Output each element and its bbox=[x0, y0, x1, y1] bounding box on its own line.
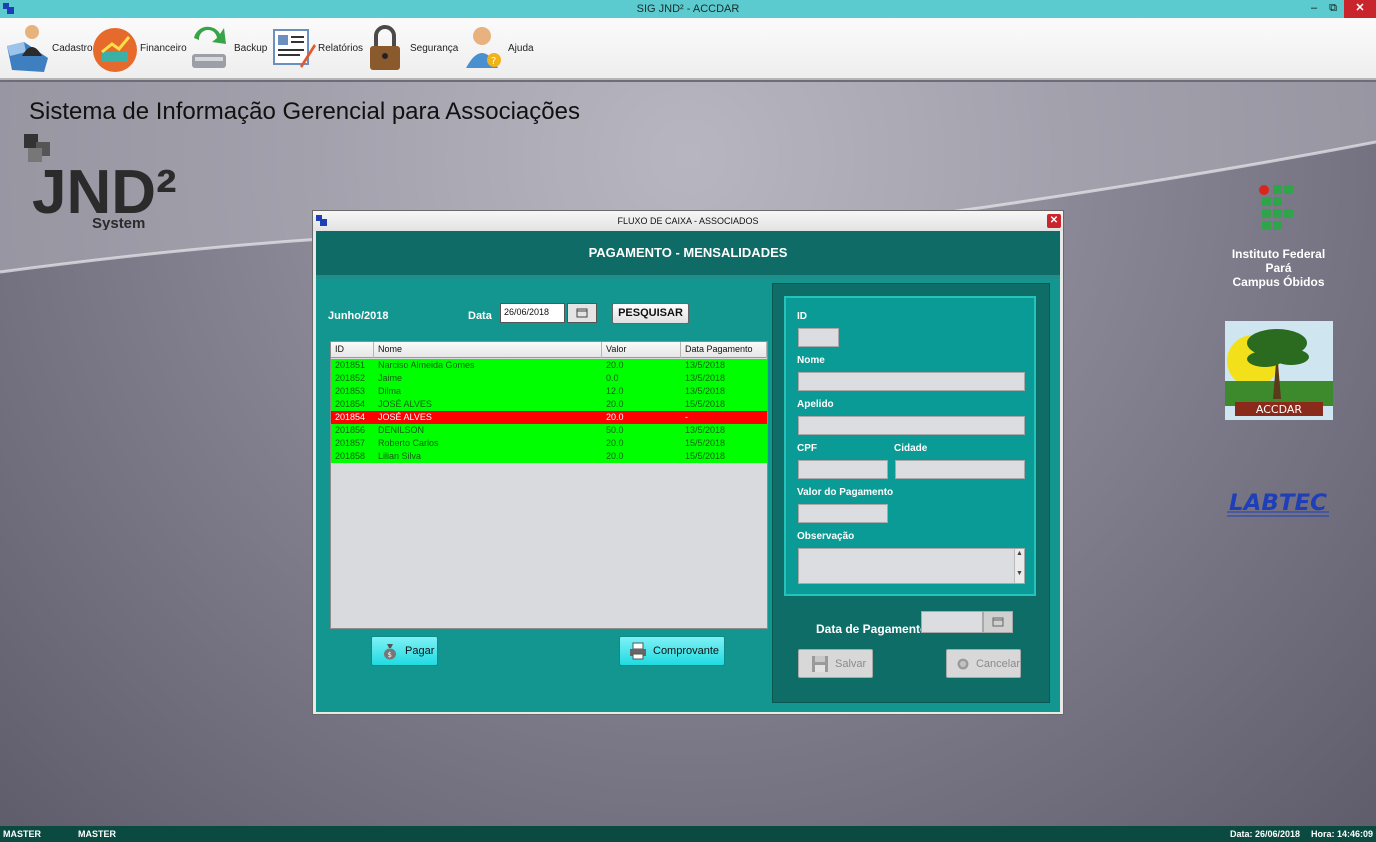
pay-button[interactable]: $ Pagar bbox=[371, 636, 438, 666]
dialog-close-button[interactable]: ✕ bbox=[1047, 214, 1061, 228]
payment-form-panel: ID Nome Apelido CPF Cidade Valor do Paga… bbox=[772, 283, 1050, 703]
cash-flow-dialog: FLUXO DE CAIXA - ASSOCIADOS ✕ PAGAMENTO … bbox=[312, 210, 1064, 715]
accdar-logo: ACCDAR bbox=[1225, 321, 1333, 420]
menu-backup-label: Backup bbox=[234, 42, 268, 54]
jnd-logo: JND² System bbox=[24, 134, 177, 230]
calendar-button[interactable] bbox=[567, 303, 597, 323]
backup-icon bbox=[192, 26, 226, 68]
data-pagamento-label: Data de Pagamento bbox=[816, 622, 928, 636]
valor-field[interactable] bbox=[798, 504, 888, 523]
user-folder-icon bbox=[7, 25, 48, 72]
receipt-button-label: Comprovante bbox=[653, 645, 720, 657]
menu-ajuda-label: Ajuda bbox=[508, 42, 534, 54]
observacao-label: Observação bbox=[797, 531, 855, 542]
status-user-secondary: MASTER bbox=[78, 829, 116, 839]
column-header-nome[interactable]: Nome bbox=[374, 342, 602, 358]
data-pagamento-calendar-button[interactable] bbox=[983, 611, 1013, 633]
apelido-label: Apelido bbox=[797, 399, 834, 410]
date-label: Data bbox=[468, 310, 492, 322]
menu-ajuda[interactable]: ? Ajuda bbox=[460, 18, 534, 78]
cpf-label: CPF bbox=[797, 443, 817, 454]
receipt-button[interactable]: Comprovante bbox=[619, 636, 725, 666]
menu-financeiro-label: Financeiro bbox=[140, 42, 187, 54]
cidade-field[interactable] bbox=[895, 460, 1025, 479]
menu-seguranca-label: Segurança bbox=[410, 42, 459, 54]
finance-chart-icon bbox=[93, 28, 137, 72]
help-user-icon: ? bbox=[466, 27, 501, 68]
window-title: SIG JND² - ACCDAR bbox=[636, 3, 740, 15]
cancel-button[interactable]: Cancelar bbox=[946, 649, 1021, 678]
menu-relatorios-label: Relatórios bbox=[318, 42, 364, 54]
menu-backup[interactable]: Backup bbox=[186, 18, 267, 78]
floppy-disk-icon bbox=[812, 655, 828, 672]
cancel-icon bbox=[957, 658, 969, 669]
window-titlebar: SIG JND² - ACCDAR – ⧉ ✕ bbox=[0, 0, 1376, 18]
table-row[interactable]: 201854 JOSÉ ALVES 20.0 15/5/2018 bbox=[331, 398, 767, 411]
member-details-box: ID Nome Apelido CPF Cidade Valor do Paga… bbox=[784, 296, 1036, 596]
apelido-field[interactable] bbox=[798, 416, 1025, 435]
svg-text:?: ? bbox=[491, 56, 496, 67]
column-header-id[interactable]: ID bbox=[331, 342, 374, 358]
system-title: Sistema de Informação Gerencial para Ass… bbox=[29, 98, 580, 125]
dialog-title: FLUXO DE CAIXA - ASSOCIADOS bbox=[617, 216, 759, 226]
menu-seguranca[interactable]: Segurança bbox=[362, 18, 458, 78]
pay-button-label: Pagar bbox=[405, 645, 435, 657]
status-date: Data: 26/06/2018 bbox=[1230, 829, 1301, 839]
menu-cadastro[interactable]: Cadastro bbox=[4, 18, 93, 78]
observacao-field[interactable]: ▲ ▼ bbox=[798, 548, 1025, 584]
table-row[interactable]: 201856 DENILSON 50.0 13/5/2018 bbox=[331, 424, 767, 437]
calendar-icon bbox=[992, 617, 1004, 627]
close-button[interactable]: ✕ bbox=[1344, 0, 1376, 18]
institution-name: Instituto Federal Pará Campus Óbidos bbox=[1231, 247, 1326, 289]
dialog-header: PAGAMENTO - MENSALIDADES bbox=[316, 231, 1060, 275]
table-row[interactable]: 201851 Narciso Almeida Gomes 20.0 13/5/2… bbox=[331, 359, 767, 372]
menu-financeiro[interactable]: Financeiro bbox=[92, 18, 187, 78]
valor-label: Valor do Pagamento bbox=[797, 487, 894, 498]
table-row[interactable]: 201852 Jaime 0.0 13/5/2018 bbox=[331, 372, 767, 385]
id-field[interactable] bbox=[798, 328, 839, 347]
svg-text:$: $ bbox=[388, 651, 392, 659]
menu-cadastro-label: Cadastro bbox=[52, 42, 93, 54]
save-button[interactable]: Salvar bbox=[798, 649, 873, 678]
nome-field[interactable] bbox=[798, 372, 1025, 391]
payments-table: ID Nome Valor Data Pagamento 201851 Narc… bbox=[330, 341, 768, 629]
id-label: ID bbox=[797, 311, 807, 322]
nome-label: Nome bbox=[797, 355, 825, 366]
money-bag-icon: $ bbox=[384, 644, 396, 660]
calendar-icon bbox=[576, 308, 588, 318]
menu-relatorios[interactable]: Relatórios bbox=[270, 18, 363, 78]
jnd-logo-subtext: System bbox=[92, 215, 145, 230]
status-time: Hora: 14:46:09 bbox=[1311, 829, 1374, 839]
table-row[interactable]: 201858 Lilian Silva 20.0 15/5/2018 bbox=[331, 450, 767, 463]
date-input[interactable]: 26/06/2018 bbox=[500, 303, 565, 323]
printer-icon bbox=[630, 642, 646, 660]
table-header: ID Nome Valor Data Pagamento bbox=[331, 342, 767, 358]
accdar-logo-text: ACCDAR bbox=[1256, 403, 1302, 416]
column-header-valor[interactable]: Valor bbox=[602, 342, 681, 358]
cidade-label: Cidade bbox=[894, 443, 928, 454]
observacao-scrollbar[interactable]: ▲ ▼ bbox=[1014, 549, 1024, 583]
ifpa-logo bbox=[1259, 185, 1293, 230]
main-menubar: Cadastro Financeiro Backup Relatórios Se… bbox=[0, 18, 1376, 80]
table-row[interactable]: 201853 Dilma 12.0 13/5/2018 bbox=[331, 385, 767, 398]
column-header-data-pagamento[interactable]: Data Pagamento bbox=[681, 342, 767, 358]
labtec-logo: LABTEC bbox=[1227, 491, 1329, 517]
search-button[interactable]: PESQUISAR bbox=[612, 303, 689, 324]
padlock-icon bbox=[370, 25, 400, 70]
cpf-field[interactable] bbox=[798, 460, 888, 479]
cancel-button-label: Cancelar bbox=[975, 657, 1020, 670]
status-bar: MASTER MASTER Data: 26/06/2018 Hora: 14:… bbox=[0, 826, 1376, 842]
status-user: MASTER bbox=[3, 829, 41, 839]
save-button-label: Salvar bbox=[835, 657, 867, 670]
data-pagamento-field[interactable] bbox=[921, 611, 983, 633]
table-row-unpaid[interactable]: 201854 JOSÉ ALVES 20.0 - bbox=[331, 411, 767, 424]
maximize-button[interactable]: ⧉ bbox=[1322, 0, 1344, 18]
dialog-body: PAGAMENTO - MENSALIDADES Junho/2018 Data… bbox=[316, 231, 1060, 712]
month-label: Junho/2018 bbox=[328, 310, 389, 322]
report-icon bbox=[273, 29, 316, 68]
dialog-titlebar: FLUXO DE CAIXA - ASSOCIADOS ✕ bbox=[313, 211, 1063, 231]
table-row[interactable]: 201857 Roberto Carlos 20.0 15/5/2018 bbox=[331, 437, 767, 450]
